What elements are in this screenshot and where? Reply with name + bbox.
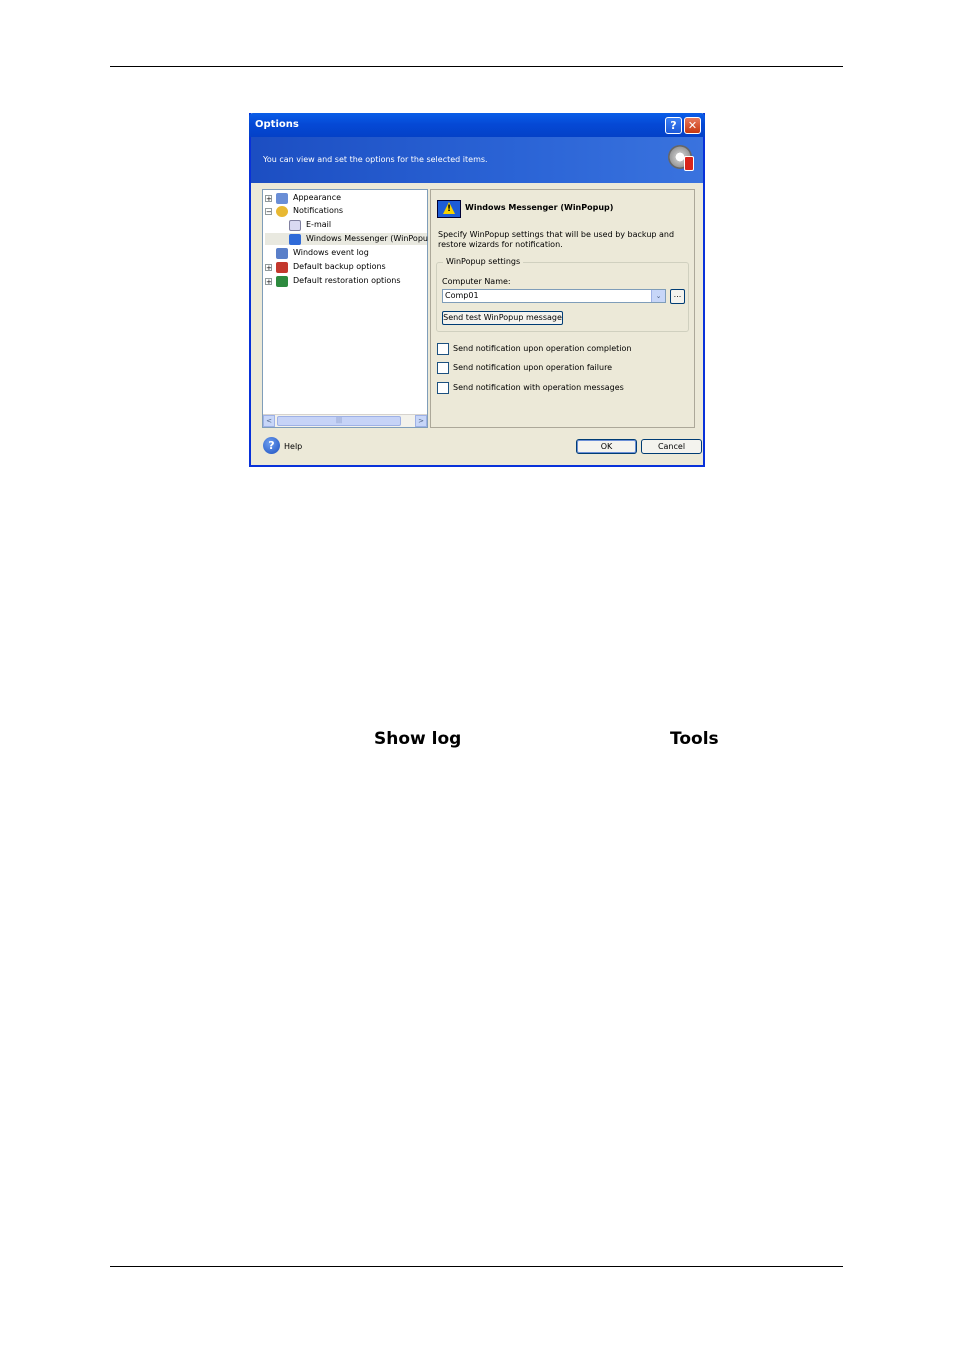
options-tree[interactable]: + Appearance − Notifications E-mail Wind… bbox=[262, 189, 428, 428]
warning-monitor-icon bbox=[437, 200, 461, 218]
email-icon bbox=[289, 220, 301, 231]
scroll-left-button[interactable]: < bbox=[263, 415, 275, 427]
tree-horizontal-scrollbar[interactable]: < ||| > bbox=[263, 414, 427, 427]
tree-item-label: Default restoration options bbox=[293, 276, 401, 285]
footer-rule bbox=[110, 1266, 843, 1267]
checkbox-label[interactable]: Send notification with operation message… bbox=[453, 383, 624, 392]
checkbox[interactable] bbox=[437, 362, 449, 374]
browse-button[interactable]: ... bbox=[670, 289, 685, 304]
panel-title: Windows Messenger (WinPopup) bbox=[465, 203, 614, 212]
tree-item-label: Windows Messenger (WinPopu bbox=[306, 234, 428, 243]
tree-item-label: Default backup options bbox=[293, 262, 386, 271]
tree-expander[interactable]: + bbox=[265, 264, 272, 272]
banner-text: You can view and set the options for the… bbox=[263, 155, 488, 164]
tools-term: Tools bbox=[670, 729, 719, 749]
tree-expander[interactable]: + bbox=[265, 195, 272, 203]
tree-expander[interactable]: − bbox=[265, 208, 272, 216]
tree-expander[interactable]: + bbox=[265, 278, 272, 286]
restoration-options-icon bbox=[276, 276, 288, 287]
windows-messenger-icon bbox=[289, 234, 301, 245]
settings-panel: Windows Messenger (WinPopup) Specify Win… bbox=[430, 189, 695, 428]
group-title: WinPopup settings bbox=[443, 257, 524, 266]
title-close-button[interactable]: ✕ bbox=[684, 117, 701, 134]
backup-options-icon bbox=[276, 262, 288, 273]
tree-item-windows-messenger[interactable]: Windows Messenger (WinPopu bbox=[265, 233, 428, 245]
computer-name-label: Computer Name: bbox=[442, 277, 511, 286]
scroll-right-button[interactable]: > bbox=[415, 415, 427, 427]
tree-item-label: E-mail bbox=[306, 220, 332, 229]
winpopup-settings-group: WinPopup settings Computer Name: Comp01 … bbox=[436, 257, 689, 332]
event-log-icon bbox=[276, 248, 288, 259]
computer-name-combo[interactable]: Comp01 ⌄ bbox=[442, 289, 666, 303]
checkbox-label[interactable]: Send notification upon operation failure bbox=[453, 363, 612, 372]
appearance-icon bbox=[276, 193, 288, 204]
show-log-term: Show log bbox=[374, 729, 462, 749]
help-link[interactable]: Help bbox=[284, 442, 302, 451]
tree-item-label: Windows event log bbox=[293, 248, 369, 257]
panel-description: Specify WinPopup settings that will be u… bbox=[438, 230, 675, 249]
scroll-thumb[interactable]: ||| bbox=[277, 416, 401, 426]
help-icon[interactable]: ? bbox=[263, 437, 280, 454]
tree-item-label: Appearance bbox=[293, 193, 342, 202]
header-rule bbox=[110, 66, 843, 67]
dialog-title: Options bbox=[255, 119, 299, 130]
ok-button[interactable]: OK bbox=[576, 439, 637, 454]
settings-gear-icon bbox=[668, 145, 694, 171]
tree-item-label: Notifications bbox=[293, 206, 344, 215]
options-dialog: Options ? ✕ You can view and set the opt… bbox=[249, 113, 705, 467]
checkbox-label[interactable]: Send notification upon operation complet… bbox=[453, 344, 631, 353]
computer-name-value[interactable]: Comp01 bbox=[445, 291, 479, 300]
title-help-button[interactable]: ? bbox=[665, 117, 682, 134]
notifications-icon bbox=[276, 206, 288, 217]
title-bar[interactable]: Options ? ✕ bbox=[249, 113, 705, 137]
cancel-button[interactable]: Cancel bbox=[641, 439, 702, 454]
send-test-button[interactable]: Send test WinPopup message bbox=[442, 311, 563, 325]
checkbox[interactable] bbox=[437, 382, 449, 394]
dialog-banner: You can view and set the options for the… bbox=[251, 137, 703, 183]
checkbox[interactable] bbox=[437, 343, 449, 355]
chevron-down-icon[interactable]: ⌄ bbox=[651, 290, 665, 302]
